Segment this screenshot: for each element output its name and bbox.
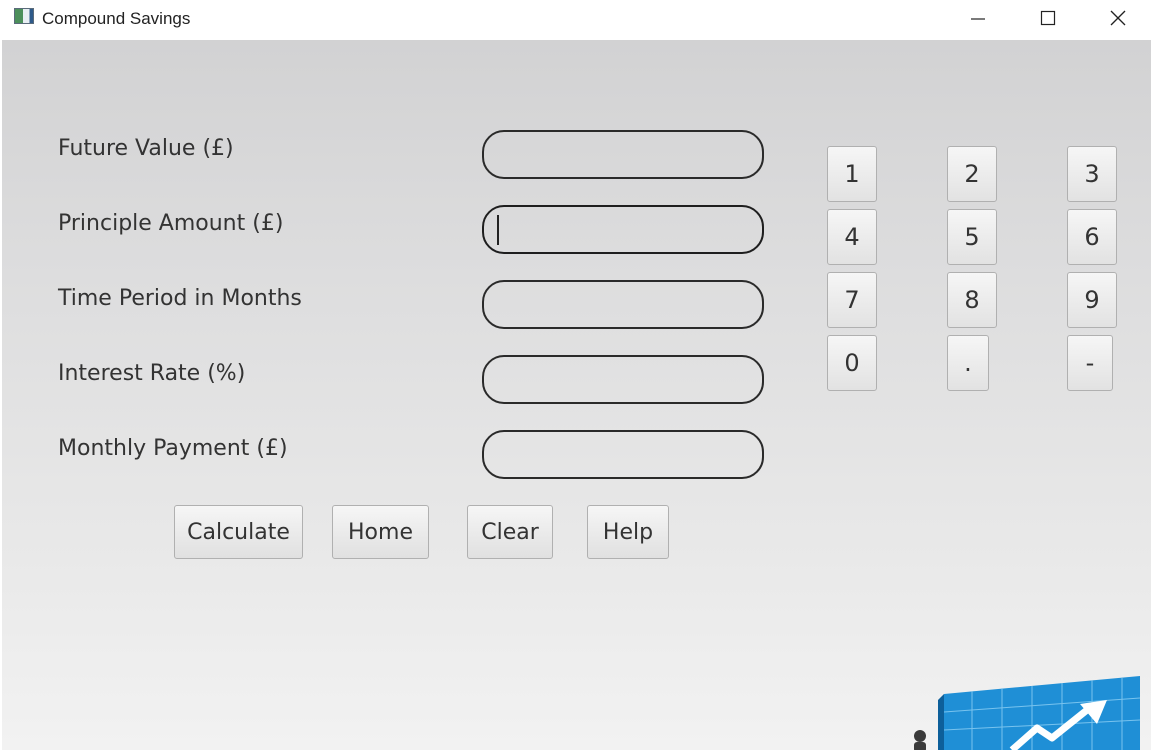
window-title: Compound Savings <box>42 9 191 28</box>
home-button[interactable]: Home <box>332 505 429 559</box>
main-panel: Future Value (£) Principle Amount (£) Ti… <box>2 40 1151 750</box>
keypad-key-9[interactable]: 9 <box>1067 272 1117 328</box>
growth-chart-icon <box>914 676 1141 750</box>
principle-amount-input[interactable] <box>482 205 764 254</box>
minimize-button[interactable] <box>944 0 1012 36</box>
close-icon <box>1110 10 1126 26</box>
keypad-key-5[interactable]: 5 <box>947 209 997 265</box>
time-period-input[interactable] <box>482 280 764 329</box>
future-value-input[interactable] <box>482 130 764 179</box>
clear-button[interactable]: Clear <box>467 505 553 559</box>
app-window: Compound Savings Future Value (£) Princi… <box>0 0 1151 750</box>
minimize-icon <box>971 18 985 20</box>
keypad-key-minus[interactable]: - <box>1067 335 1113 391</box>
keypad-key-8[interactable]: 8 <box>947 272 997 328</box>
close-button[interactable] <box>1084 0 1151 36</box>
calculate-button[interactable]: Calculate <box>174 505 303 559</box>
keypad-key-1[interactable]: 1 <box>827 146 877 202</box>
monthly-payment-input[interactable] <box>482 430 764 479</box>
help-button[interactable]: Help <box>587 505 669 559</box>
app-icon <box>14 8 34 24</box>
keypad-key-3[interactable]: 3 <box>1067 146 1117 202</box>
title-bar[interactable]: Compound Savings <box>0 0 1151 40</box>
future-value-label: Future Value (£) <box>58 136 234 161</box>
growth-chart-illustration <box>902 670 1151 750</box>
keypad-key-7[interactable]: 7 <box>827 272 877 328</box>
keypad-key-0[interactable]: 0 <box>827 335 877 391</box>
maximize-icon <box>1040 10 1056 26</box>
time-period-label: Time Period in Months <box>58 286 302 311</box>
monthly-payment-label: Monthly Payment (£) <box>58 436 288 461</box>
text-caret <box>497 215 499 245</box>
interest-rate-label: Interest Rate (%) <box>58 361 246 386</box>
keypad-key-6[interactable]: 6 <box>1067 209 1117 265</box>
keypad-key-decimal[interactable]: . <box>947 335 989 391</box>
interest-rate-input[interactable] <box>482 355 764 404</box>
keypad-key-2[interactable]: 2 <box>947 146 997 202</box>
maximize-button[interactable] <box>1014 0 1082 36</box>
keypad-key-4[interactable]: 4 <box>827 209 877 265</box>
principle-amount-label: Principle Amount (£) <box>58 211 284 236</box>
